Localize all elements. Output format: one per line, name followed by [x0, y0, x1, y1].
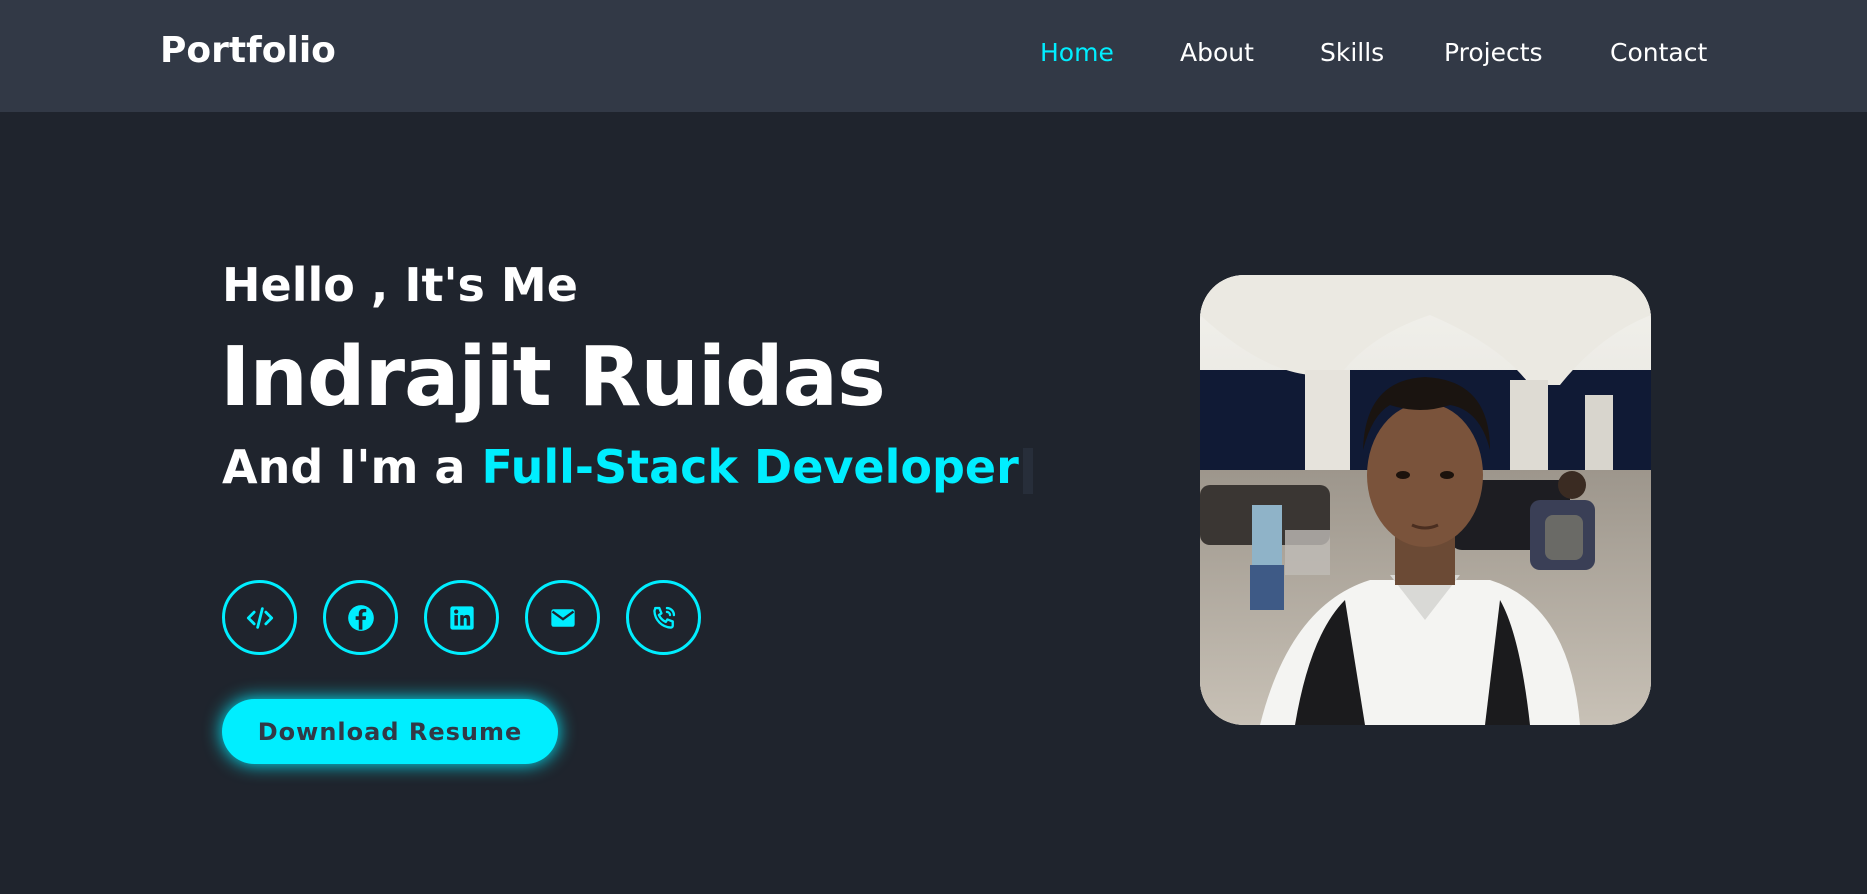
- facebook-link[interactable]: [323, 580, 398, 655]
- linkedin-link[interactable]: [424, 580, 499, 655]
- nav-about[interactable]: About: [1180, 38, 1254, 67]
- nav-projects[interactable]: Projects: [1444, 38, 1543, 67]
- profile-photo-illustration: [1200, 275, 1651, 725]
- hero-role: And I'm a Full-Stack Developer: [222, 440, 1033, 494]
- social-links: [222, 580, 742, 656]
- main-nav: Home About Skills Projects Contact: [0, 38, 1867, 74]
- phone-icon: [652, 606, 675, 629]
- download-resume-button[interactable]: Download Resume: [222, 699, 558, 764]
- role-highlight: Full-Stack Developer: [481, 440, 1019, 494]
- hero-greeting: Hello , It's Me: [222, 258, 578, 312]
- code-link[interactable]: [222, 580, 297, 655]
- typing-cursor: [1022, 447, 1033, 494]
- role-prefix: And I'm a: [222, 440, 466, 494]
- nav-home[interactable]: Home: [1040, 38, 1114, 67]
- linkedin-icon: [449, 605, 474, 630]
- code-icon: [246, 606, 273, 629]
- email-link[interactable]: [525, 580, 600, 655]
- facebook-icon: [347, 604, 374, 631]
- email-icon: [550, 608, 575, 627]
- phone-link[interactable]: [626, 580, 701, 655]
- hero-name: Indrajit Ruidas: [220, 330, 886, 425]
- profile-photo: [1200, 275, 1651, 725]
- site-header: Portfolio Home About Skills Projects Con…: [0, 0, 1867, 112]
- nav-skills[interactable]: Skills: [1320, 38, 1384, 67]
- nav-contact[interactable]: Contact: [1610, 38, 1707, 67]
